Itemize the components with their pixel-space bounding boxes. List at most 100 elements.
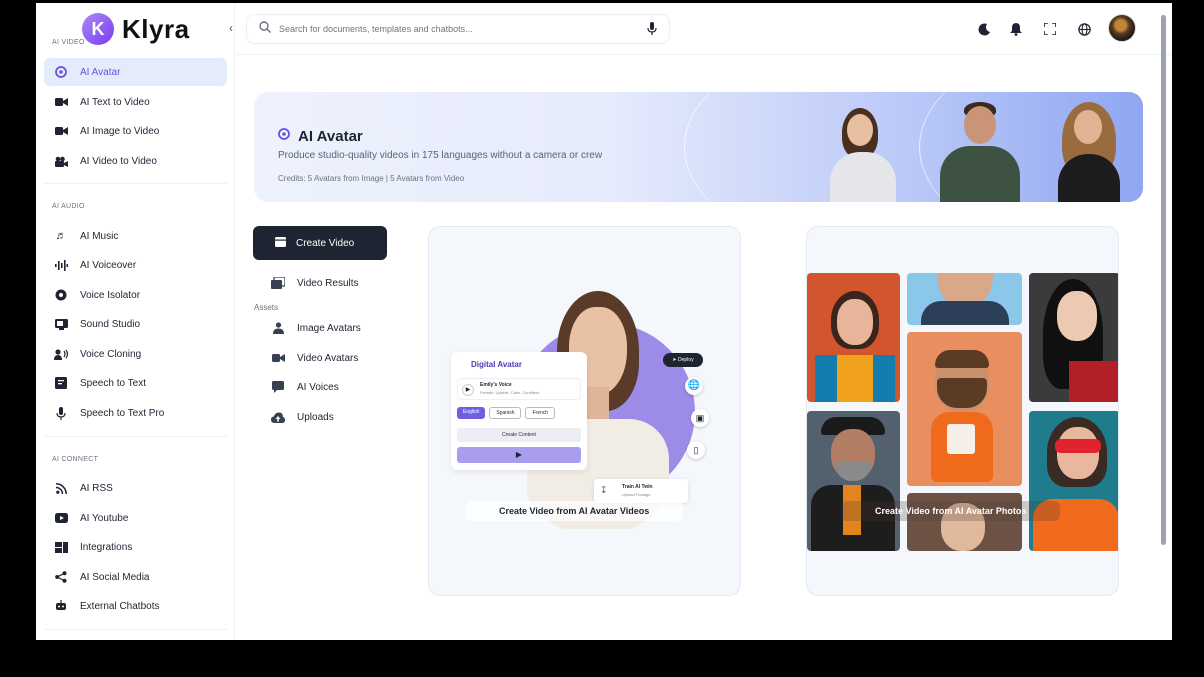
ai-voices-label: AI Voices <box>297 381 339 393</box>
search-box[interactable] <box>246 14 670 44</box>
avatar-icon <box>54 65 68 79</box>
create-content-mock-button: Create Content <box>457 428 581 442</box>
sidebar-item-speech-to-text[interactable]: Speech to Text <box>44 369 227 397</box>
sidebar-item-label: Speech to Text <box>80 377 146 389</box>
chatbot-icon <box>54 599 68 613</box>
sidebar-item-label: AI RSS <box>80 482 113 494</box>
sidebar-item-speech-to-text-pro[interactable]: Speech to Text Pro <box>44 399 227 427</box>
card-caption: Create Video from AI Avatar Photos <box>841 501 1061 521</box>
image-avatars-label: Image Avatars <box>297 322 361 334</box>
sidebar-item-label: Voice Cloning <box>80 348 142 360</box>
play-mock-bar: ▶ <box>457 447 581 463</box>
section-label-ai-video: AI VIDEO <box>52 39 85 46</box>
hero-person-image <box>828 102 900 202</box>
sidebar-item-ai-youtube[interactable]: AI Youtube <box>44 504 227 532</box>
digital-avatar-panel: Digital Avatar ▶ Emily's Voice Female, U… <box>451 352 587 470</box>
train-subtitle: Upload Footage <box>622 492 651 497</box>
sidebar-item-ai-rss[interactable]: AI RSS <box>44 474 227 502</box>
avatar-photo-tile <box>907 332 1022 486</box>
avatar-photo-tile <box>1029 411 1118 551</box>
sidebar-item-label: AI Social Media <box>80 571 150 583</box>
page-scrollbar[interactable] <box>1161 15 1166 545</box>
hero-person-image <box>938 98 1022 202</box>
globe-language-icon[interactable] <box>1076 21 1092 37</box>
sidebar-item-sound-studio[interactable]: Sound Studio <box>44 310 227 338</box>
sidebar-item-label: Voice Isolator <box>80 289 141 301</box>
sidebar-item-ai-avatar[interactable]: AI Avatar <box>44 58 227 86</box>
logo[interactable]: K Klyra <box>82 13 190 45</box>
sidebar-divider <box>44 629 227 630</box>
search-input[interactable] <box>279 24 639 34</box>
voice-clone-icon <box>54 347 68 361</box>
sidebar-item-label: AI Youtube <box>80 512 129 524</box>
video-avatars-label: Video Avatars <box>297 352 359 364</box>
sidebar-item-label: AI Music <box>80 230 119 242</box>
sidebar-item-ai-voiceover[interactable]: AI Voiceover <box>44 251 227 279</box>
deploy-chip: ➤ Deploy <box>663 353 703 367</box>
search-icon <box>259 20 271 38</box>
sidebar-item-external-chatbots[interactable]: External Chatbots <box>44 592 227 620</box>
sidebar-item-voice-isolator[interactable]: Voice Isolator <box>44 281 227 309</box>
avatar-icon <box>278 127 290 145</box>
notification-bell-icon[interactable] <box>1008 21 1024 37</box>
video-camera-icon <box>271 351 285 365</box>
sidebar-item-voice-cloning[interactable]: Voice Cloning <box>44 340 227 368</box>
user-avatar[interactable] <box>1108 14 1136 42</box>
sidebar-item-label: AI Voiceover <box>80 259 137 271</box>
hero-subtitle: Produce studio-quality videos in 175 lan… <box>278 150 603 161</box>
language-chip: English <box>457 407 486 419</box>
create-video-button[interactable]: Create Video <box>253 226 387 260</box>
sidebar-item-label: External Chatbots <box>80 600 160 612</box>
page-title: AI Avatar <box>298 127 363 145</box>
transcript-icon <box>54 376 68 390</box>
sidebar-item-ai-text-to-video[interactable]: AI Text to Video <box>44 88 227 116</box>
image-avatars-link[interactable]: Image Avatars <box>271 321 361 335</box>
sidebar-item-ai-video-to-video[interactable]: AI Video to Video <box>44 147 227 175</box>
video-camera-icon <box>54 124 68 138</box>
deploy-label: Deploy <box>678 357 694 363</box>
sidebar-item-label: AI Text to Video <box>80 96 150 108</box>
sidebar-item-ai-image-to-video[interactable]: AI Image to Video <box>44 117 227 145</box>
sidebar-item-ai-social-media[interactable]: AI Social Media <box>44 563 227 591</box>
digital-avatar-title: Digital Avatar <box>471 360 522 369</box>
video-results-label: Video Results <box>297 277 359 289</box>
play-icon: ▶ <box>462 384 474 396</box>
video-camera-icon <box>54 95 68 109</box>
create-from-photos-card[interactable]: Create Video from AI Avatar Photos <box>806 226 1119 596</box>
person-icon <box>271 321 285 335</box>
globe-icon: 🌐 <box>685 377 703 395</box>
microphone-icon[interactable] <box>647 22 657 40</box>
app-window: K Klyra ‹ AI VIDEO AI Avatar AI Text to … <box>36 3 1172 640</box>
create-from-video-card[interactable]: Digital Avatar ▶ Emily's Voice Female, U… <box>428 226 741 596</box>
sidebar-item-integrations[interactable]: Integrations <box>44 533 227 561</box>
integrations-icon <box>54 540 68 554</box>
video-results-icon <box>271 276 285 290</box>
train-title: Train AI Twin <box>622 484 653 490</box>
record-icon <box>54 288 68 302</box>
sidebar-item-ai-music[interactable]: ♬ AI Music <box>44 222 227 250</box>
video-avatars-link[interactable]: Video Avatars <box>271 351 358 365</box>
hero-title-row: AI Avatar <box>278 127 363 145</box>
avatar-photo-tile <box>807 273 900 402</box>
sidebar-item-label: Integrations <box>80 541 133 553</box>
monitor-icon: ▣ <box>691 409 709 427</box>
fullscreen-icon[interactable] <box>1042 21 1058 37</box>
download-icon: ↧ <box>600 485 608 495</box>
chat-bubble-icon <box>271 380 285 394</box>
dark-mode-moon-icon[interactable] <box>976 21 992 37</box>
collapse-sidebar-icon[interactable]: ‹ <box>229 21 233 35</box>
hero-banner: AI Avatar Produce studio-quality videos … <box>254 92 1143 202</box>
credits-info: Credits: 5 Avatars from Image | 5 Avatar… <box>278 174 465 183</box>
studio-icon <box>54 317 68 331</box>
assets-section-label: Assets <box>254 303 279 312</box>
cloud-upload-icon <box>271 410 285 424</box>
music-icon: ♬ <box>55 230 67 242</box>
app-name: Klyra <box>122 13 190 44</box>
uploads-link[interactable]: Uploads <box>271 410 334 424</box>
video-results-link[interactable]: Video Results <box>271 276 359 290</box>
voice-name: Emily's Voice <box>480 382 512 388</box>
ai-voices-link[interactable]: AI Voices <box>271 380 339 394</box>
language-chip: Spanish <box>489 407 522 419</box>
sidebar-item-label: Speech to Text Pro <box>80 407 165 419</box>
rss-icon <box>54 481 68 495</box>
